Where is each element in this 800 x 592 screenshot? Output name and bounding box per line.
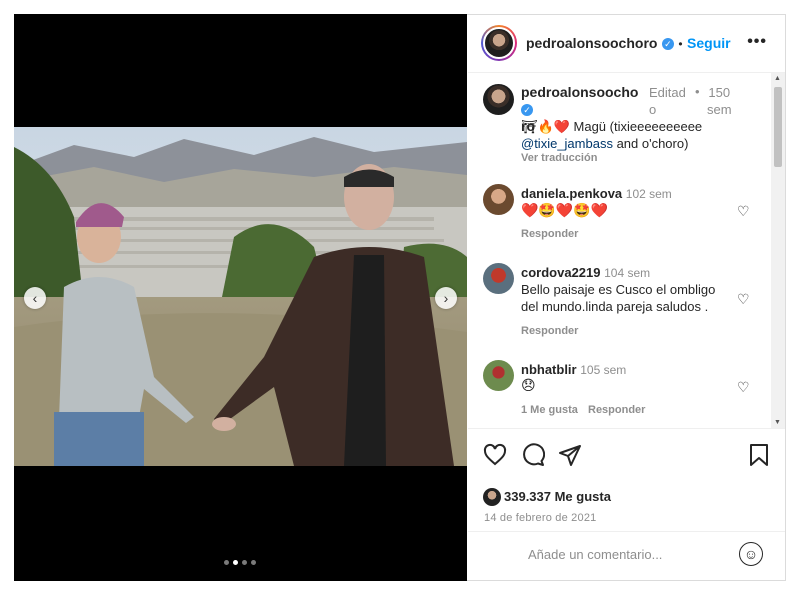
caption-text: ⛩🔥❤️ Magü (tixieeeeeeeeee @tixie_jambass… [521,119,703,151]
comment-username[interactable]: nbhatblir [521,362,577,377]
likes-count[interactable]: 339.337 Me gusta [504,489,611,504]
post-media: ‹ › [14,14,467,581]
like-icon[interactable] [483,443,507,472]
liker-avatar[interactable] [483,488,501,506]
comment-username[interactable]: daniela.penkova [521,186,622,201]
reply-button[interactable]: Responder [521,325,578,337]
caption-avatar[interactable] [483,84,514,115]
scroll-down-arrow-icon[interactable]: ▼ [774,419,781,426]
share-icon[interactable] [558,443,582,472]
comment-header: daniela.penkova 102 sem [521,185,672,203]
comment-header: cordova2219 104 sem [521,264,650,282]
mention-link[interactable]: @tixie_jambass [521,136,613,151]
author-username[interactable]: pedroalonsoochoro [526,35,657,51]
comments-list: pedroalonsoocho ✓ ro Editad o • 150 sem ⛩🔥… [468,73,785,428]
comment-header: nbhatblir 105 sem [521,361,626,379]
emoji-icon[interactable]: ☺ [739,542,763,566]
comment-like-icon[interactable]: ♡ [737,379,750,396]
verified-badge-icon: ✓ [661,37,674,50]
verified-badge-icon: ✓ [521,104,533,117]
reply-button[interactable]: Responder [588,404,645,416]
post-header: pedroalonsoochoro ✓ • Seguir ••• [468,15,785,73]
translate-link[interactable]: Ver traducción [521,152,597,164]
comment-time: 105 sem [580,363,627,377]
story-ring[interactable] [481,25,517,61]
comment-avatar[interactable] [483,184,514,215]
comments-scrollbar[interactable]: ▲ ▼ [771,73,785,428]
post-side-panel: pedroalonsoochoro ✓ • Seguir ••• pedroal… [468,15,785,580]
comment-username[interactable]: cordova2219 [521,265,601,280]
comment-time: 104 sem [604,266,651,280]
more-options-icon[interactable]: ••• [747,33,767,51]
carousel-next-button[interactable]: › [435,287,457,309]
save-bookmark-icon[interactable] [748,443,770,472]
comment-text: 😞 [521,377,536,393]
comment-avatar[interactable] [483,263,514,294]
comment-input[interactable] [526,546,730,563]
carousel-indicator [224,560,256,565]
reply-button[interactable]: Responder [521,228,578,240]
comment-time: 102 sem [625,187,672,201]
post-date: 14 de febrero de 2021 [484,512,597,524]
comment-text: Bello paisaje es Cusco el ombligo del mun… [521,282,716,314]
comment-like-icon[interactable]: ♡ [737,291,750,308]
comment-text: ❤️🤩❤️🤩❤️ [521,202,609,218]
edited-label: Editad o [649,85,686,117]
comment-avatar[interactable] [483,360,514,391]
carousel-dot [251,560,256,565]
scroll-up-arrow-icon[interactable]: ▲ [774,75,781,82]
post-photo [14,127,467,466]
carousel-prev-button[interactable]: ‹ [24,287,46,309]
caption-time: 150 sem [707,85,732,117]
carousel-dot [224,560,229,565]
avatar [483,27,515,59]
scroll-thumb[interactable] [774,87,782,167]
carousel-dot-active [233,560,238,565]
meta-dot: • [695,84,700,99]
follow-button[interactable]: Seguir [687,35,731,51]
comment-likes[interactable]: 1 Me gusta [521,404,578,416]
comment-icon[interactable] [521,443,546,472]
carousel-dot [242,560,247,565]
add-comment-bar: ☺ [468,531,785,581]
comment-like-icon[interactable]: ♡ [737,203,750,220]
post-actions: 339.337 Me gusta 14 de febrero de 2021 [468,428,785,529]
